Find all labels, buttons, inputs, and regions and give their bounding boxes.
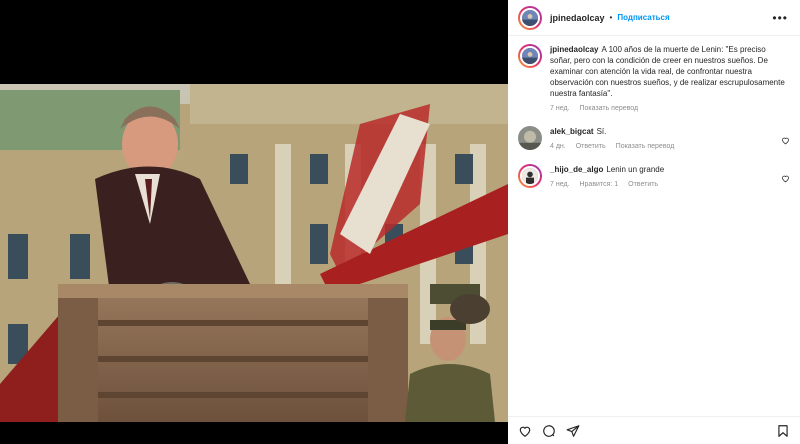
more-options-icon[interactable]: ••• (772, 11, 788, 25)
post-photo[interactable] (0, 84, 508, 422)
caption-meta: 7 нед. Показать перевод (550, 105, 786, 112)
author-username[interactable]: jpinedaolcay (550, 13, 605, 23)
comment-item: _hijo_de_algo Lenin un grande 7 нед. Нрав… (518, 164, 790, 188)
comment-text: _hijo_de_algo Lenin un grande (550, 164, 772, 175)
caption-text: jpinedaolcay A 100 años de la muerte de L… (550, 44, 786, 99)
lenin-speech-photo (0, 84, 508, 422)
post-panel: jpinedaolcay • Подписаться ••• jpinedaol… (508, 0, 800, 444)
comment-item: alek_bigcat Sí. 4 дн. Ответить Показать п… (518, 126, 790, 150)
comment-content: Sí. (596, 127, 607, 136)
comment-likes-count[interactable]: Нравится: 1 (579, 181, 618, 188)
bookmark-icon[interactable] (776, 424, 790, 438)
author-avatar[interactable] (518, 5, 542, 30)
separator-dot: • (609, 13, 613, 22)
post-media (0, 0, 508, 444)
caption-avatar[interactable] (518, 44, 542, 68)
comment-username[interactable]: alek_bigcat (550, 127, 594, 136)
follow-button[interactable]: Подписаться (617, 13, 669, 22)
caption-translate-link[interactable]: Показать перевод (579, 105, 638, 112)
comment-time: 4 дн. (550, 143, 566, 150)
reply-button[interactable]: Ответить (628, 181, 658, 188)
comment-like-icon[interactable] (781, 136, 790, 145)
caption-time: 7 нед. (550, 105, 570, 112)
share-icon[interactable] (566, 424, 580, 438)
comment-translate-link[interactable]: Показать перевод (616, 143, 675, 150)
comment-content: Lenin un grande (606, 165, 665, 174)
caption-row: jpinedaolcay A 100 años de la muerte de L… (518, 44, 790, 112)
comment-avatar[interactable] (518, 126, 542, 150)
comment-username[interactable]: _hijo_de_algo (550, 165, 603, 174)
comment-meta: 4 дн. Ответить Показать перевод (550, 143, 772, 150)
post-header: jpinedaolcay • Подписаться ••• (508, 0, 800, 36)
action-bar (508, 416, 800, 444)
reply-button[interactable]: Ответить (576, 143, 606, 150)
caption-username[interactable]: jpinedaolcay (550, 45, 598, 54)
comment-text: alek_bigcat Sí. (550, 126, 772, 137)
comment-like-icon[interactable] (781, 174, 790, 183)
comment-time: 7 нед. (550, 181, 570, 188)
comment-avatar[interactable] (518, 164, 542, 188)
heart-icon[interactable] (518, 424, 532, 438)
comments-list: jpinedaolcay A 100 años de la muerte de L… (508, 36, 800, 188)
comment-meta: 7 нед. Нравится: 1 Ответить (550, 181, 772, 188)
comment-icon[interactable] (542, 424, 556, 438)
